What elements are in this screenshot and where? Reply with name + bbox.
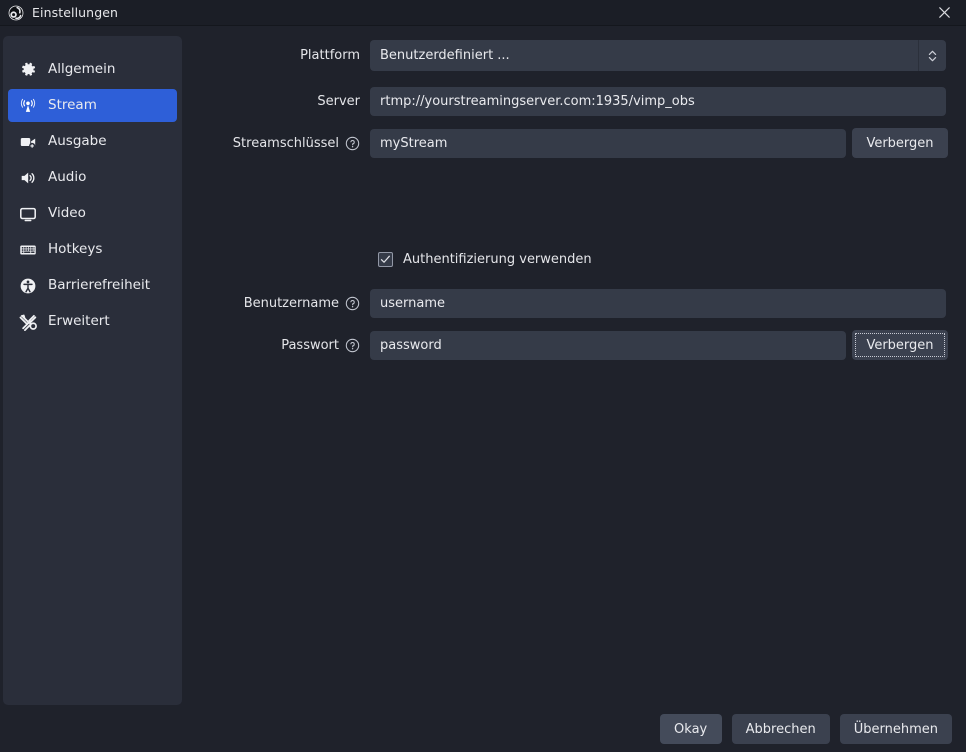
window-title: Einstellungen [32, 5, 119, 20]
broadcast-icon [18, 96, 38, 116]
platform-select[interactable]: Benutzerdefiniert ... [370, 40, 946, 71]
dialog-footer: Okay Abbrechen Übernehmen [0, 706, 966, 752]
checkmark-icon [380, 255, 390, 263]
tools-icon [18, 312, 38, 332]
password-input[interactable] [370, 330, 846, 360]
use-auth-label: Authentifizierung verwenden [403, 252, 592, 267]
keyboard-icon [18, 240, 38, 260]
username-label: Benutzername [190, 296, 360, 311]
sidebar-item-label: Video [48, 204, 86, 221]
help-circle-icon[interactable] [345, 338, 360, 353]
stream-key-toggle-button[interactable]: Verbergen [852, 128, 948, 158]
sidebar-item-label: Allgemein [48, 60, 116, 77]
settings-sidebar: Allgemein Stream Ausgabe Audio Video Hot… [3, 36, 182, 705]
close-icon[interactable] [922, 0, 966, 26]
monitor-icon [18, 204, 38, 224]
platform-selected-value: Benutzerdefiniert ... [380, 48, 510, 63]
sidebar-item-label: Erweitert [48, 312, 110, 329]
sidebar-item-ausgabe[interactable]: Ausgabe [8, 125, 177, 158]
password-label: Passwort [190, 338, 360, 353]
username-row: Benutzername [190, 289, 946, 318]
gear-icon [18, 60, 38, 80]
accessibility-icon [18, 276, 38, 296]
platform-row: Plattform Benutzerdefiniert ... [190, 40, 946, 71]
sidebar-item-label: Hotkeys [48, 240, 103, 257]
use-auth-checkbox-row[interactable]: Authentifizierung verwenden [378, 252, 592, 267]
use-auth-checkbox[interactable] [378, 252, 393, 267]
sidebar-item-label: Ausgabe [48, 132, 107, 149]
sidebar-item-allgemein[interactable]: Allgemein [8, 53, 177, 86]
sidebar-item-label: Audio [48, 168, 87, 185]
server-row: Server [190, 87, 946, 116]
window-titlebar: Einstellungen [0, 0, 966, 26]
apply-button[interactable]: Übernehmen [839, 714, 952, 744]
obs-logo-icon [8, 5, 24, 21]
platform-label: Plattform [300, 48, 360, 63]
password-row: Passwort Verbergen [190, 330, 948, 360]
sidebar-item-audio[interactable]: Audio [8, 161, 177, 194]
server-input[interactable] [370, 87, 946, 116]
ok-button[interactable]: Okay [659, 714, 722, 744]
chevron-up-down-icon[interactable] [918, 40, 946, 71]
stream-settings-pane: Plattform Benutzerdefiniert ... Server S… [190, 30, 966, 710]
cancel-button[interactable]: Abbrechen [731, 714, 830, 744]
sidebar-item-label: Barrierefreiheit [48, 276, 150, 293]
help-circle-icon[interactable] [345, 296, 360, 311]
sidebar-item-label: Stream [48, 96, 97, 113]
sidebar-item-video[interactable]: Video [8, 197, 177, 230]
password-toggle-button[interactable]: Verbergen [852, 330, 948, 360]
help-circle-icon[interactable] [345, 136, 360, 151]
sidebar-item-erweitert[interactable]: Erweitert [8, 305, 177, 338]
sidebar-item-hotkeys[interactable]: Hotkeys [8, 233, 177, 266]
username-input[interactable] [370, 289, 946, 318]
stream-key-input[interactable] [370, 128, 846, 158]
stream-key-label: Streamschlüssel [190, 136, 360, 151]
speaker-icon [18, 168, 38, 188]
sidebar-item-stream[interactable]: Stream [8, 89, 177, 122]
sidebar-item-barrierefreiheit[interactable]: Barrierefreiheit [8, 269, 177, 302]
video-camera-icon [18, 132, 38, 152]
server-label: Server [317, 94, 360, 109]
stream-key-row: Streamschlüssel Verbergen [190, 128, 948, 158]
